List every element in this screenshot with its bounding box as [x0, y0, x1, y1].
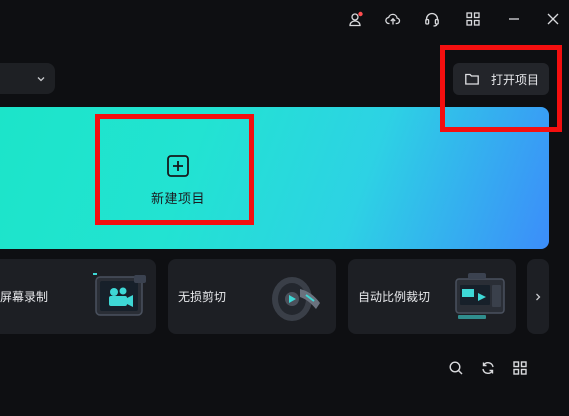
search-icon[interactable]: [447, 359, 465, 377]
new-project-button[interactable]: 新建项目: [137, 154, 219, 214]
tool-card-screen-record[interactable]: 屏幕录制: [0, 259, 156, 334]
screen-record-icon: [93, 273, 146, 316]
headset-icon[interactable]: [422, 9, 442, 29]
tool-card-label: 屏幕录制: [0, 290, 49, 304]
user-notification-icon[interactable]: [346, 9, 366, 29]
chevron-down-icon: [37, 76, 45, 81]
open-project-button[interactable]: 打开项目: [453, 63, 549, 95]
folder-icon: [464, 71, 480, 87]
open-project-label: 打开项目: [491, 72, 540, 87]
project-filter-dropdown[interactable]: [0, 63, 55, 94]
tools-next-button[interactable]: [527, 259, 549, 334]
cloud-upload-icon[interactable]: [383, 9, 403, 29]
tool-card-label: 自动比例裁切: [358, 290, 431, 304]
new-project-banner[interactable]: [0, 107, 549, 249]
grid-icon[interactable]: [463, 9, 483, 29]
tool-card-label: 无损剪切: [178, 290, 227, 304]
film-reel-icon: [272, 277, 320, 321]
tool-card-auto-crop[interactable]: 自动比例裁切: [348, 259, 516, 334]
plus-square-icon: [167, 155, 189, 177]
close-icon[interactable]: [543, 9, 563, 29]
tool-card-lossless-cut[interactable]: 无损剪切: [168, 259, 336, 334]
refresh-icon[interactable]: [479, 359, 497, 377]
grid-view-icon[interactable]: [511, 359, 529, 377]
minimize-icon[interactable]: [504, 9, 524, 29]
title-bar: [0, 0, 569, 38]
chevron-right-icon: [536, 293, 541, 300]
auto-crop-icon: [455, 273, 505, 319]
new-project-label: 新建项目: [150, 192, 205, 207]
